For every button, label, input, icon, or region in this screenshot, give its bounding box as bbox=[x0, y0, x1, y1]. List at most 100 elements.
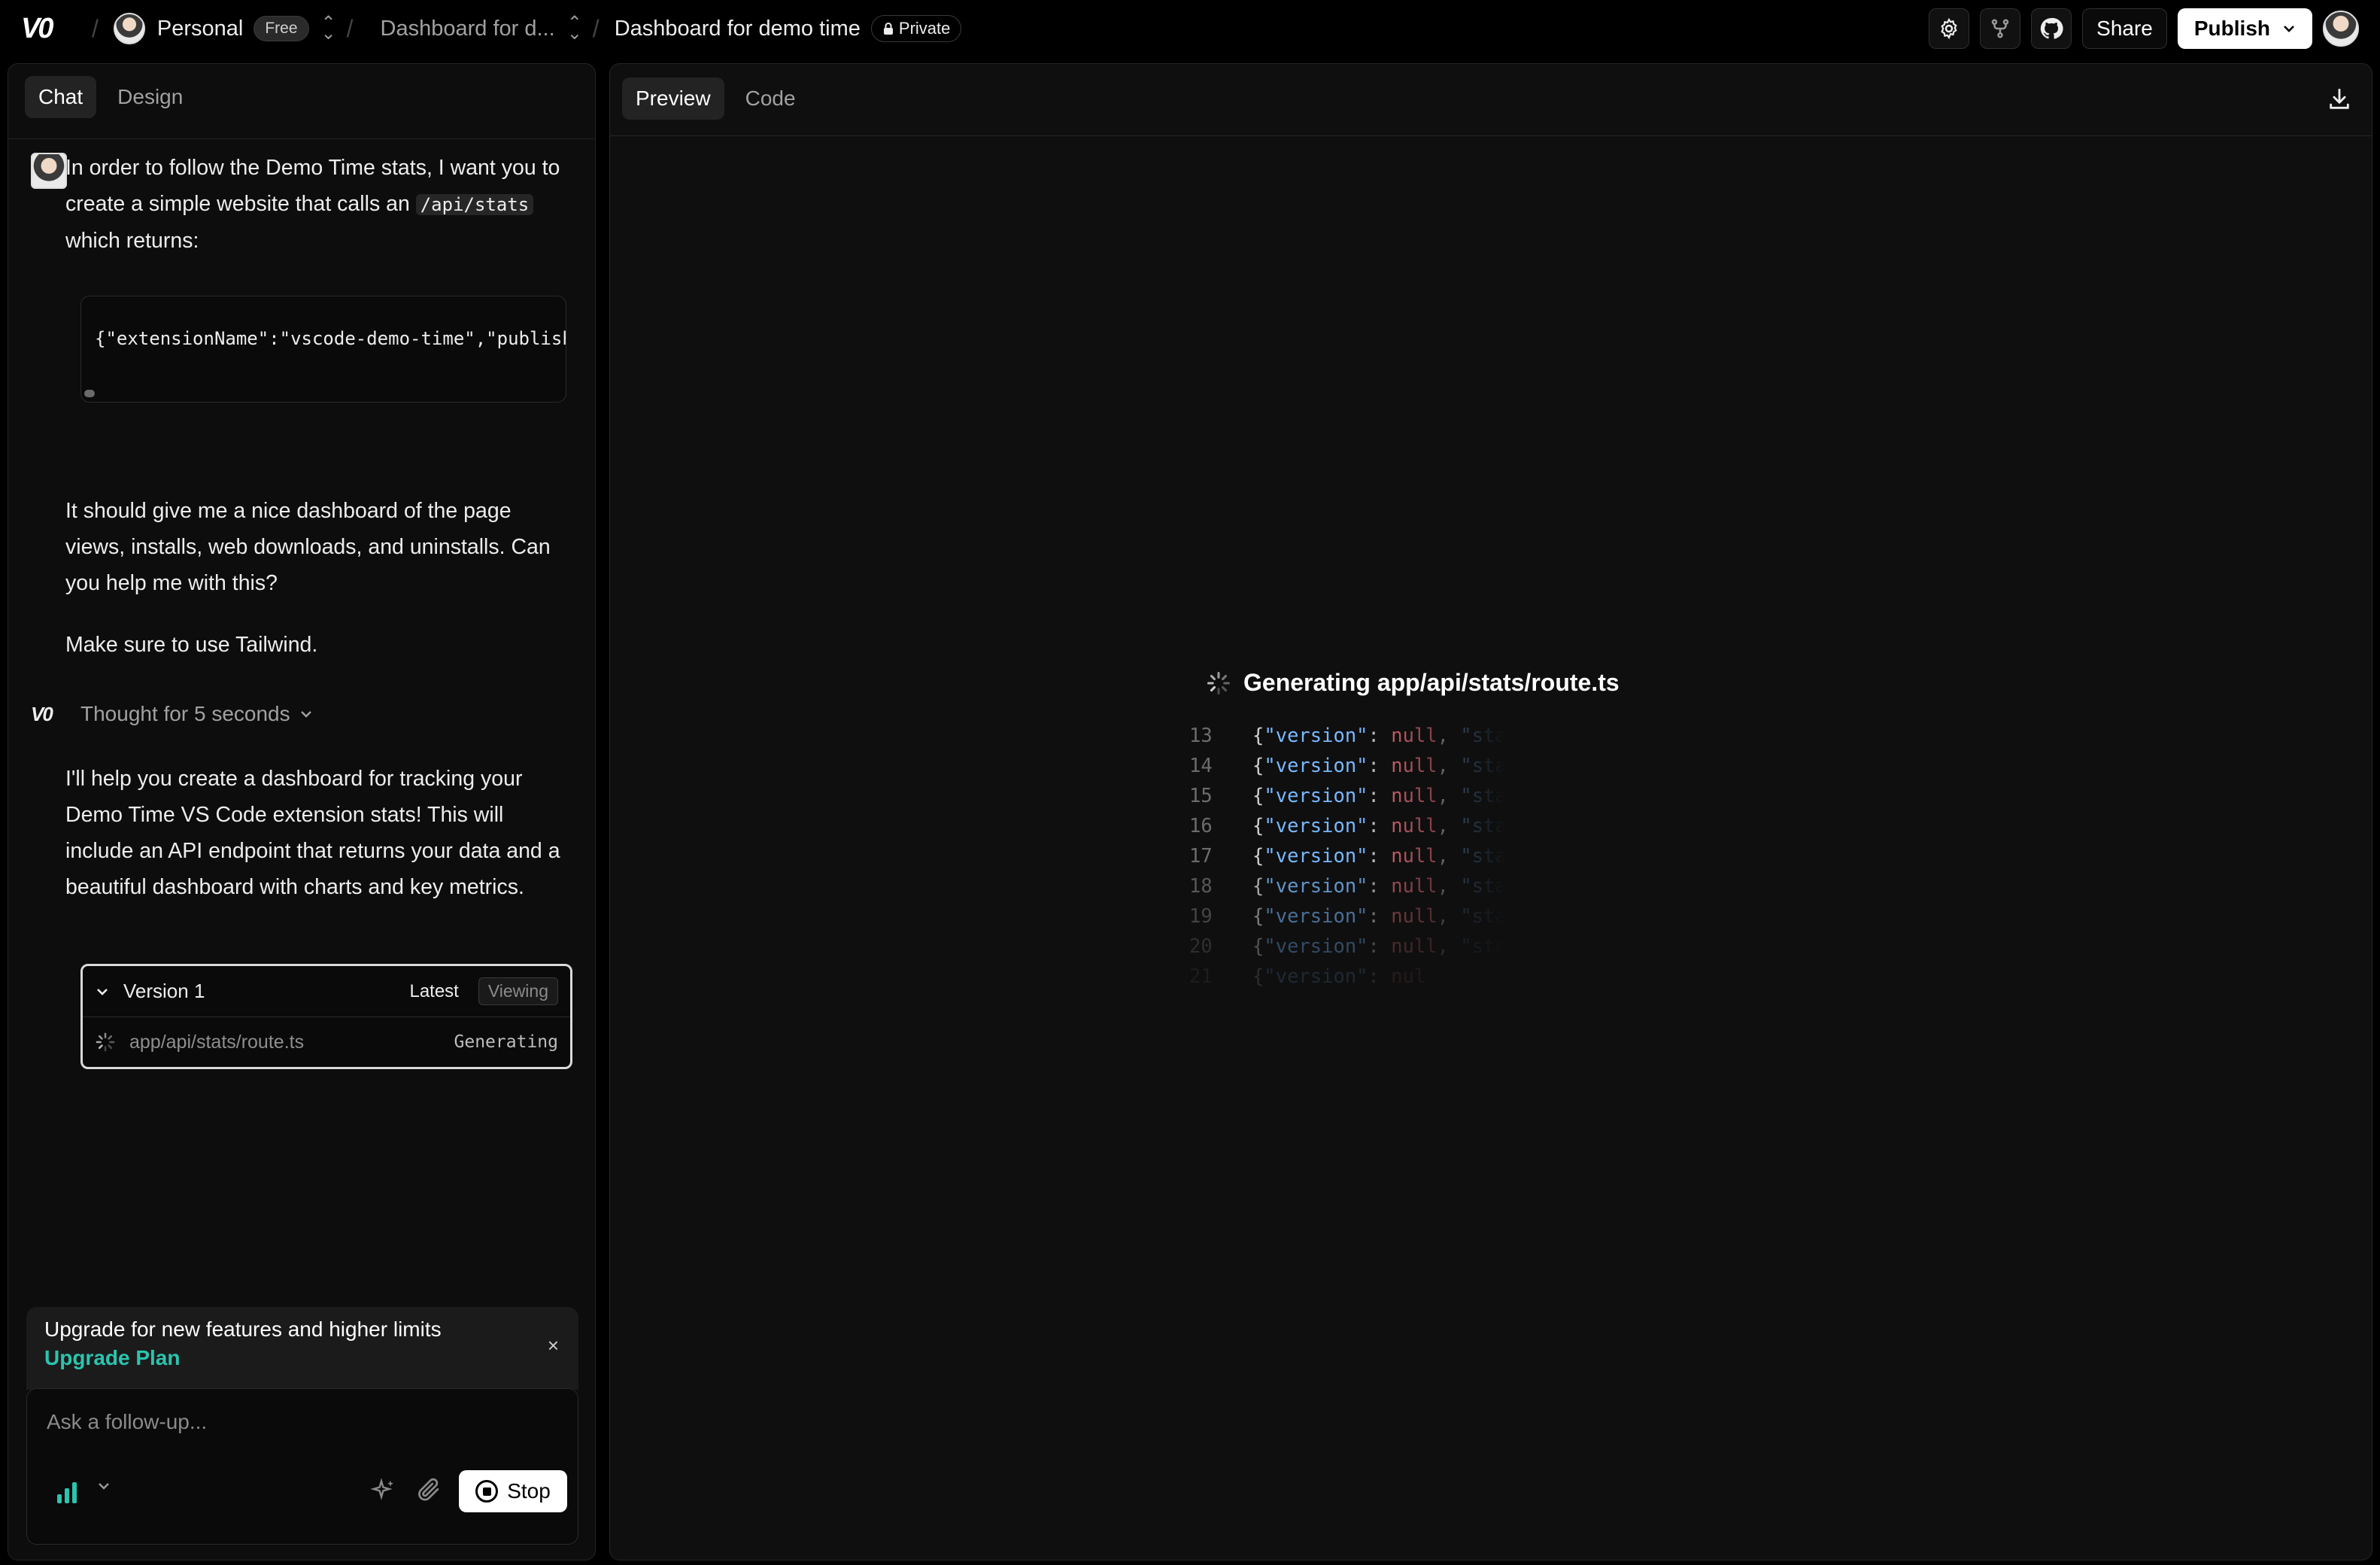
latest-label: Latest bbox=[409, 980, 459, 1001]
chevron-down-icon bbox=[2284, 26, 2294, 32]
github-button[interactable] bbox=[2031, 8, 2072, 49]
breadcrumb-separator: / bbox=[346, 14, 354, 42]
spinner-icon bbox=[1207, 671, 1231, 694]
chat-composer: Ask a follow-up... Stop bbox=[26, 1388, 578, 1545]
code-block[interactable]: {"extensionName":"vscode-demo-time","pub… bbox=[80, 296, 566, 403]
project-name[interactable]: Dashboard for d... bbox=[381, 17, 555, 41]
breadcrumb-separator: / bbox=[592, 14, 600, 42]
fade-overlay bbox=[1505, 725, 1791, 1071]
line-number: 21 bbox=[1189, 965, 1213, 988]
signal-bars-icon[interactable] bbox=[57, 1482, 77, 1503]
user-avatar[interactable] bbox=[2323, 11, 2359, 47]
code-key: "version" bbox=[1264, 725, 1368, 747]
preview-panel-tabs: Preview Code bbox=[610, 64, 2372, 136]
workspace-name[interactable]: Personal bbox=[157, 17, 243, 41]
punct: { bbox=[1252, 785, 1264, 807]
sparkle-icon[interactable] bbox=[370, 1478, 397, 1505]
version-card[interactable]: Version 1 Latest Viewing app/api/stats/r… bbox=[80, 964, 572, 1069]
punct: { bbox=[1252, 755, 1264, 777]
punct: { bbox=[1252, 815, 1264, 837]
workspace-avatar bbox=[113, 13, 145, 44]
plan-badge: Free bbox=[253, 16, 309, 41]
workspace-switcher-icon[interactable]: ⌃ ⌄ bbox=[321, 14, 336, 42]
code-key: "version" bbox=[1264, 935, 1368, 958]
version-file-status: Generating bbox=[454, 1032, 558, 1052]
line-number: 17 bbox=[1189, 845, 1213, 868]
punct: { bbox=[1252, 935, 1264, 958]
chevron-down-icon[interactable] bbox=[95, 986, 110, 997]
assistant-logo: V0 bbox=[31, 702, 53, 725]
share-button[interactable]: Share bbox=[2082, 8, 2167, 49]
user-message-paragraph: It should give me a nice dashboard of th… bbox=[65, 499, 551, 595]
paperclip-icon[interactable] bbox=[415, 1476, 442, 1503]
upgrade-banner: Upgrade for new features and higher limi… bbox=[26, 1307, 578, 1390]
code-key: "version" bbox=[1264, 815, 1368, 837]
code-key: "version" bbox=[1264, 875, 1368, 898]
upgrade-plan-link[interactable]: Upgrade Plan bbox=[44, 1346, 560, 1370]
tab-design[interactable]: Design bbox=[104, 76, 196, 118]
punct: { bbox=[1252, 965, 1264, 988]
punct: { bbox=[1252, 725, 1264, 747]
tab-chat[interactable]: Chat bbox=[25, 76, 97, 118]
user-message-text: which returns: bbox=[65, 229, 199, 253]
assistant-message: I'll help you create a dashboard for tra… bbox=[65, 767, 560, 899]
breadcrumb-separator: / bbox=[92, 14, 99, 42]
user-message-paragraph: Make sure to use Tailwind. bbox=[65, 633, 318, 657]
follow-up-input[interactable]: Ask a follow-up... bbox=[47, 1410, 207, 1434]
version-card-header[interactable]: Version 1 Latest Viewing bbox=[83, 966, 570, 1017]
line-number: 15 bbox=[1189, 785, 1213, 807]
publish-button[interactable]: Publish bbox=[2177, 8, 2312, 49]
publish-label: Publish bbox=[2193, 17, 2270, 40]
stop-button[interactable]: Stop bbox=[459, 1470, 567, 1512]
project-switcher-icon[interactable]: ⌃ ⌄ bbox=[567, 14, 582, 42]
chat-title[interactable]: Dashboard for demo time bbox=[615, 17, 861, 41]
fade-overlay bbox=[1355, 725, 1505, 1071]
line-number: 19 bbox=[1189, 905, 1213, 928]
code-block-line: {"extensionName":"vscode-demo-time","pub… bbox=[95, 328, 566, 349]
generating-title: Generating app/api/stats/route.ts bbox=[1243, 669, 1620, 696]
thought-toggle[interactable]: V0 Thought for 5 seconds bbox=[31, 702, 313, 726]
chevron-down-icon[interactable] bbox=[96, 1481, 111, 1491]
punct: { bbox=[1252, 845, 1264, 868]
punct: { bbox=[1252, 875, 1264, 898]
code-key: "version" bbox=[1264, 845, 1368, 868]
visibility-label: Private bbox=[898, 19, 951, 38]
code-key: "version" bbox=[1264, 905, 1368, 928]
visibility-badge[interactable]: Private bbox=[870, 15, 962, 42]
line-number: 14 bbox=[1189, 755, 1213, 777]
line-number: 20 bbox=[1189, 935, 1213, 958]
fork-button[interactable] bbox=[1980, 8, 2021, 49]
user-message-avatar bbox=[31, 153, 67, 189]
tab-code[interactable]: Code bbox=[732, 77, 809, 120]
download-icon[interactable] bbox=[2327, 87, 2352, 112]
code-block-scrollbar[interactable] bbox=[84, 390, 95, 397]
line-number: 18 bbox=[1189, 875, 1213, 898]
version-label: Version 1 bbox=[123, 980, 205, 1002]
chat-panel-tabs: Chat Design bbox=[8, 64, 595, 139]
upgrade-text: Upgrade for new features and higher limi… bbox=[44, 1317, 442, 1341]
user-message-paragraph: In order to follow the Demo Time stats, … bbox=[65, 150, 562, 259]
version-file-row[interactable]: app/api/stats/route.ts Generating bbox=[83, 1017, 570, 1067]
viewing-badge: Viewing bbox=[478, 977, 558, 1005]
github-icon bbox=[2041, 17, 2063, 39]
fork-icon bbox=[1991, 19, 2009, 38]
generating-header: Generating app/api/stats/route.ts bbox=[1206, 669, 1620, 697]
close-icon[interactable]: × bbox=[548, 1334, 559, 1357]
lock-icon bbox=[883, 23, 893, 35]
thought-label: Thought for 5 seconds bbox=[80, 702, 290, 725]
chat-panel: Chat Design In order to follow the Demo … bbox=[8, 63, 596, 1560]
punct: { bbox=[1252, 905, 1264, 928]
inline-code: /api/stats bbox=[415, 194, 534, 215]
settings-button[interactable] bbox=[1929, 8, 1970, 49]
tab-preview[interactable]: Preview bbox=[622, 77, 724, 120]
spinner-icon bbox=[96, 1032, 115, 1052]
code-key: "version" bbox=[1264, 965, 1368, 988]
version-file-name: app/api/stats/route.ts bbox=[129, 1031, 305, 1053]
v0-logo[interactable]: V0 bbox=[21, 13, 81, 45]
stop-label: Stop bbox=[507, 1479, 551, 1503]
settings-icon bbox=[1941, 17, 1957, 40]
preview-panel: Preview Code Generating app/api/stats/ro… bbox=[609, 63, 2372, 1560]
code-stream: 13{"version": null, "statisticDate": "20… bbox=[1189, 725, 1791, 1071]
chevron-down-icon bbox=[300, 711, 311, 718]
line-number: 16 bbox=[1189, 815, 1213, 837]
